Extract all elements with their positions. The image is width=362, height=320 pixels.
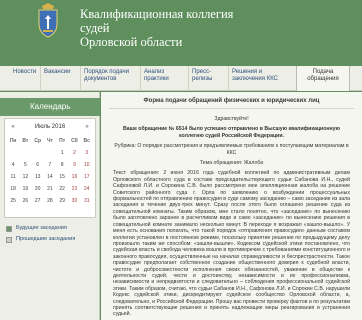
nav-item-submission-procedure[interactable]: Порядок подачи документов xyxy=(80,66,136,91)
calendar-week-row: 25 26 27 28 29 30 31 xyxy=(7,195,93,207)
legend-item-past: Прошедшие заседания xyxy=(6,234,96,245)
calendar-day[interactable]: 25 xyxy=(7,195,19,207)
weekday-label: Сб xyxy=(71,138,78,144)
weekday-label: Вс xyxy=(83,138,90,144)
calendar-day[interactable]: 2 xyxy=(68,147,80,159)
legend-label-future: Будущие заседания xyxy=(16,225,67,231)
calendar-day[interactable]: 10 xyxy=(81,159,93,171)
calendar-day[interactable]: 16 xyxy=(68,171,80,183)
site-title-line1: Квалификационная коллегия xyxy=(80,7,234,21)
calendar-day xyxy=(19,147,31,159)
calendar-day[interactable]: 22 xyxy=(56,183,68,195)
weekday-label: Пн xyxy=(9,138,17,144)
weekday-label: Ср xyxy=(34,138,41,144)
nav-item-press-releases[interactable]: Пресс-релизы xyxy=(188,66,222,91)
calendar-month-label: Июль 2016 xyxy=(34,124,66,130)
calendar-day[interactable]: 12 xyxy=(19,171,31,183)
calendar-widget: « Июль 2016 » Пн Вт Ср Чт Пт Сб Вс 1 2 3 xyxy=(4,118,96,218)
calendar-day[interactable]: 21 xyxy=(44,183,56,195)
nav-item-practice-analysis[interactable]: Анализ практики xyxy=(140,66,180,91)
calendar-day[interactable]: 6 xyxy=(32,159,44,171)
title-divider xyxy=(109,108,354,109)
calendar-day[interactable]: 30 xyxy=(68,195,80,207)
calendar-day[interactable]: 20 xyxy=(32,183,44,195)
calendar-day[interactable]: 26 xyxy=(19,195,31,207)
calendar-day xyxy=(7,147,19,159)
appeal-body-text: Текст обращения: 2 июня 2016 года судебн… xyxy=(113,170,350,318)
previous-month-button[interactable]: « xyxy=(7,121,19,133)
calendar-day[interactable]: 9 xyxy=(68,159,80,171)
calendar-day[interactable]: 14 xyxy=(44,171,56,183)
legend-swatch-future xyxy=(6,225,12,232)
calendar-day[interactable]: 28 xyxy=(44,195,56,207)
calendar-weekday-row: Пн Вт Ср Чт Пт Сб Вс xyxy=(7,135,93,147)
site-header: Квалификационная коллегия судей Орловско… xyxy=(0,0,362,66)
calendar-week-row: 4 5 6 7 8 9 10 xyxy=(7,159,93,171)
calendar-day[interactable]: 7 xyxy=(44,159,56,171)
calendar-day[interactable]: 13 xyxy=(32,171,44,183)
top-nav: Новости Вакансии Порядок подачи документ… xyxy=(0,66,362,91)
calendar-day[interactable]: 11 xyxy=(7,171,19,183)
calendar-week-row: 1 2 3 xyxy=(7,147,93,159)
nav-item-news[interactable]: Новости xyxy=(10,66,38,91)
legend-label-past: Прошедшие заседания xyxy=(16,236,76,242)
next-month-button[interactable]: » xyxy=(81,121,93,133)
calendar-day[interactable]: 31 xyxy=(81,195,93,207)
calendar-title: Календарь xyxy=(0,98,100,116)
rubric-text: Рубрика: О порядке рассмотрения и предъя… xyxy=(114,143,349,156)
site-title-line2: судей xyxy=(80,21,110,35)
calendar-day[interactable]: 18 xyxy=(7,183,19,195)
calendar-day[interactable]: 8 xyxy=(56,159,68,171)
main-content: Форма подачи обращений физических и юрид… xyxy=(101,92,362,320)
calendar-day[interactable]: 27 xyxy=(32,195,44,207)
calendar-day[interactable]: 23 xyxy=(68,183,80,195)
theme-text: Тема обращения: Жалоба xyxy=(199,160,264,167)
coat-of-arms-icon xyxy=(38,3,58,38)
calendar-week-row: 11 12 13 14 15 16 17 xyxy=(7,171,93,183)
calendar-day xyxy=(32,147,44,159)
calendar-day[interactable]: 15 xyxy=(56,171,68,183)
nav-item-submit-appeal[interactable]: Подача обращения xyxy=(296,66,350,91)
appeal-confirmation: Здравствуйте! Ваше обращение № 6514 было… xyxy=(113,116,350,320)
legend-item-future: Будущие заседания xyxy=(6,223,96,234)
calendar-day[interactable]: 5 xyxy=(19,159,31,171)
site-title-line3: Орловской области xyxy=(80,35,183,49)
calendar-day[interactable]: 4 xyxy=(7,159,19,171)
calendar-header: « Июль 2016 » xyxy=(5,121,95,133)
calendar-day[interactable]: 17 xyxy=(81,171,93,183)
calendar-grid: Пн Вт Ср Чт Пт Сб Вс 1 2 3 4 5 6 7 8 9 1… xyxy=(7,135,93,207)
calendar-day[interactable]: 1 xyxy=(56,147,68,159)
calendar-week-row: 18 19 20 21 22 23 24 xyxy=(7,183,93,195)
weekday-label: Пт xyxy=(59,138,66,144)
legend-swatch-past xyxy=(6,236,12,243)
greeting-text: Здравствуйте! xyxy=(214,116,249,122)
nav-item-vacancies[interactable]: Вакансии xyxy=(40,66,76,91)
calendar-day[interactable]: 3 xyxy=(81,147,93,159)
page-title: Форма подачи обращений физических и юрид… xyxy=(143,98,320,104)
calendar-day[interactable]: 29 xyxy=(56,195,68,207)
calendar-legend: Будущие заседания Прошедшие заседания xyxy=(6,223,96,245)
weekday-label: Вт xyxy=(22,138,29,144)
calendar-day[interactable]: 24 xyxy=(81,183,93,195)
sidebar: Календарь « Июль 2016 » Пн Вт Ср Чт Пт С… xyxy=(0,92,100,320)
confirmation-text: Ваше обращение № 6514 было успешно отпра… xyxy=(123,126,340,139)
calendar-day xyxy=(44,147,56,159)
weekday-label: Чт xyxy=(46,138,53,144)
calendar-day[interactable]: 19 xyxy=(19,183,31,195)
nav-item-decisions[interactable]: Решения и заключения ККС xyxy=(228,66,290,91)
